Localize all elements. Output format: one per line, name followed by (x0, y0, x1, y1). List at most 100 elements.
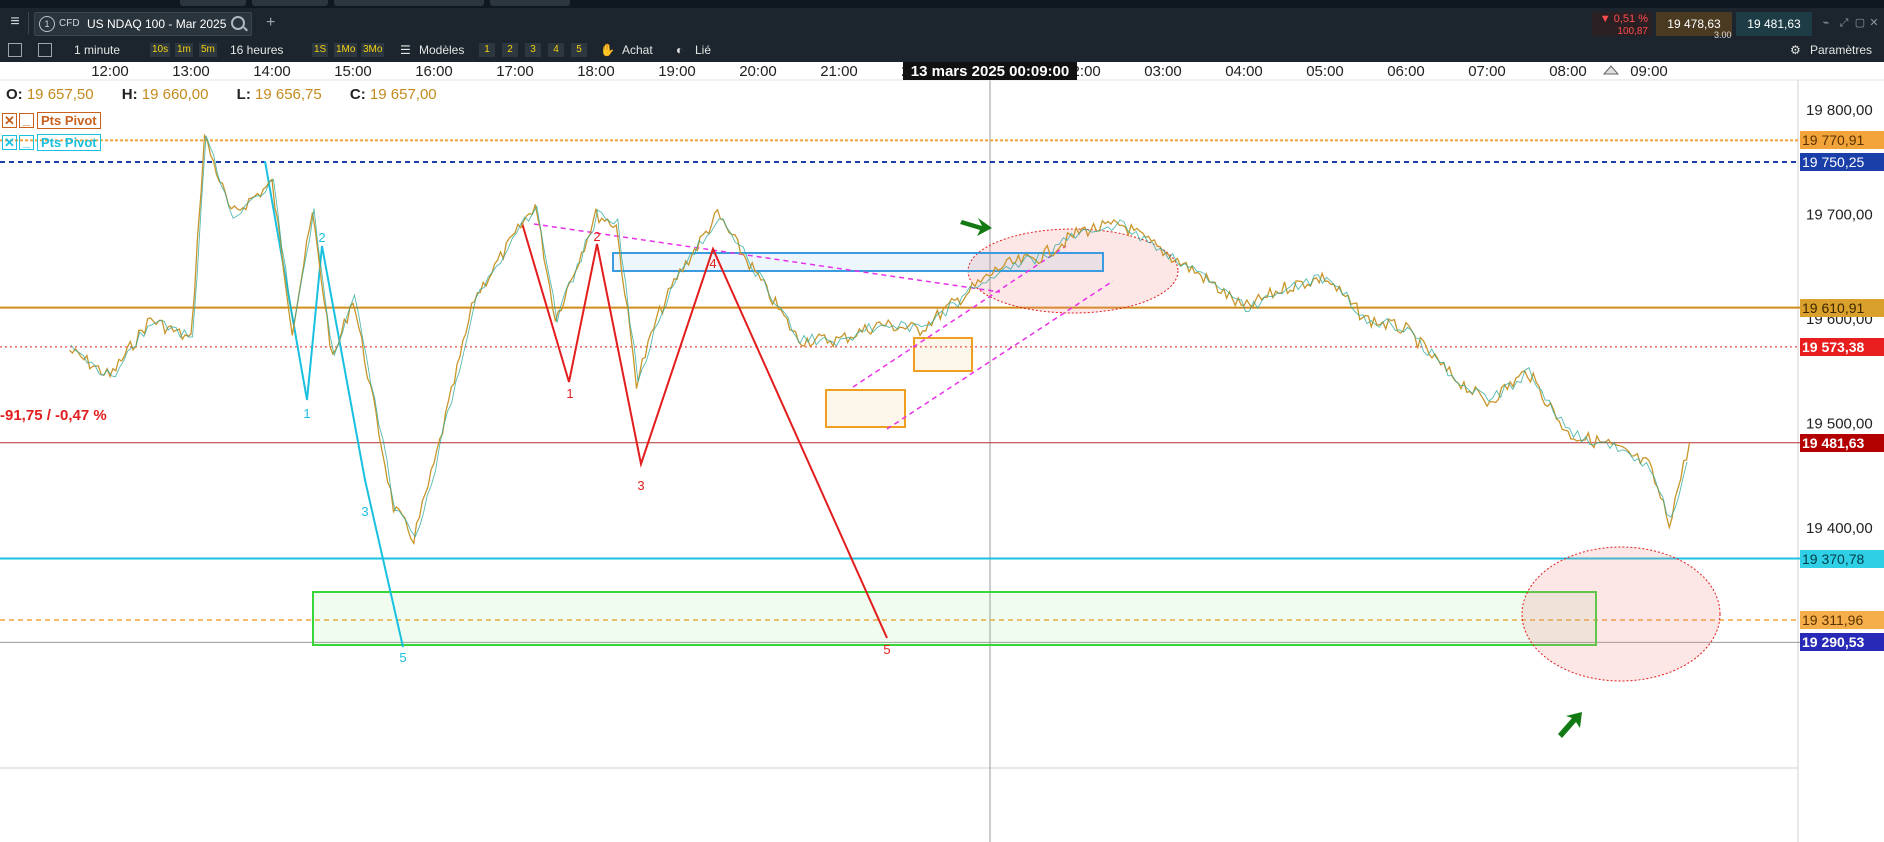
range-1s-button[interactable]: 1S (312, 43, 329, 57)
price-tag: 19 370,78 (1800, 549, 1884, 568)
instrument-bar: ≡ 1 CFD US NDAQ 100 - Mar 2025 + ▼ 0,51 … (0, 8, 1884, 40)
price-tag: 19 750,25 (1800, 152, 1884, 171)
scroll-marker-icon (1602, 65, 1620, 75)
models-button[interactable]: Modèles (419, 42, 464, 58)
low-label: L: (236, 86, 251, 103)
buy-icon[interactable]: ✋ (600, 42, 615, 58)
close-icon[interactable]: ✕ (2, 134, 17, 150)
high-label: H: (121, 86, 138, 103)
window-tab[interactable] (252, 0, 328, 6)
link-icon[interactable]: ◐ (676, 42, 690, 58)
time-tick-label: 21:00 (820, 63, 858, 80)
time-tick-label: 13:00 (172, 63, 210, 80)
price-tick-label: 19 800,00 (1806, 102, 1873, 119)
arrow-icon (1558, 712, 1582, 738)
low-value: 19 656,75 (255, 86, 322, 103)
time-tick-label: 08:00 (1549, 63, 1587, 80)
close-icon[interactable]: ✕ (2, 112, 17, 128)
layout-icon[interactable] (8, 43, 22, 57)
cyan-wave-label: 3 (361, 504, 368, 519)
price-tag: 19 311,96 (1800, 611, 1884, 629)
interval-10s-button[interactable]: 10s (150, 43, 171, 57)
time-tick-label: 06:00 (1387, 63, 1425, 80)
gear-icon[interactable]: ⚙ (1790, 42, 1804, 58)
indicator-legend-pivot-2: ✕ _ Pts Pivot (2, 133, 101, 151)
minimize-icon[interactable]: _ (19, 112, 34, 128)
crosshair-date-label: 13 mars 2025 00:09:00 (903, 62, 1077, 80)
consolidation-box (913, 337, 973, 372)
minimize-icon[interactable]: _ (19, 134, 34, 150)
price-tick-label: 19 400,00 (1806, 520, 1873, 537)
models-icon[interactable]: ☰ (400, 42, 412, 58)
instrument-name: US NDAQ 100 - Mar 2025 (87, 17, 227, 31)
instrument-selector[interactable]: 1 CFD US NDAQ 100 - Mar 2025 (34, 12, 252, 36)
interval-5m-button[interactable]: 5m (199, 43, 217, 57)
cyan-wave-line (264, 160, 404, 648)
indicator-label[interactable]: Pts Pivot (37, 133, 101, 151)
time-tick-label: 15:00 (334, 63, 372, 80)
layout-1-button[interactable]: 1 (479, 43, 495, 57)
drawn-shapes (264, 160, 1721, 682)
time-tick-label: 19:00 (658, 63, 696, 80)
time-tick-label: 20:00 (739, 63, 777, 80)
range-1mo-button[interactable]: 1Mo (334, 43, 358, 57)
price-tag: 19 573,38 (1800, 337, 1884, 356)
layout-4-button[interactable]: 4 (548, 43, 564, 57)
expand-icon[interactable]: ⤢ (1838, 17, 1850, 29)
grid-icon[interactable] (38, 43, 52, 57)
daily-change: -91,75 / -0,47 % (0, 407, 107, 424)
interval-1m-button[interactable]: 1m (175, 43, 193, 57)
layout-5-button[interactable]: 5 (571, 43, 587, 57)
buy-button[interactable]: Achat (622, 42, 653, 58)
time-tick-label: 09:00 (1630, 63, 1668, 80)
red-wave-line (521, 222, 888, 639)
window-tab[interactable] (334, 0, 484, 6)
change-box: ▼ 0,51 % 100,87 (1592, 12, 1652, 37)
range-3mo-button[interactable]: 3Mo (361, 43, 385, 57)
open-value: 19 657,50 (26, 86, 94, 103)
indicator-label[interactable]: Pts Pivot (37, 111, 101, 129)
price-tag: 19 610,91 (1800, 298, 1884, 317)
high-value: 19 660,00 (141, 86, 209, 103)
close-icon[interactable]: ✕ (1868, 17, 1880, 29)
info-icon[interactable]: 1 (39, 16, 55, 32)
indicator-legend-pivot-1: ✕ _ Pts Pivot (2, 111, 101, 129)
highlight-ellipse (1521, 546, 1721, 682)
chart-toolbar: 1 minute 10s 1m 5m 16 heures 1S 1Mo 3Mo … (0, 38, 1884, 62)
range-selector[interactable]: 16 heures (230, 42, 283, 58)
price-tag: 19 290,53 (1800, 633, 1884, 652)
price-tick-label: 19 700,00 (1806, 207, 1873, 224)
red-wave-label: 5 (883, 642, 890, 657)
price-chart[interactable]: 12:00 13:00 14:00 15:00 16:00 17:00 18:00 19:00… (0, 62, 1884, 842)
red-wave-label: 3 (637, 478, 644, 493)
red-wave-label: 2 (593, 229, 600, 244)
time-tick-label: 14:00 (253, 63, 291, 80)
arrow-icon (960, 218, 992, 236)
close-label: C: (349, 86, 366, 103)
time-tick-label: 04:00 (1225, 63, 1263, 80)
linked-button[interactable]: Lié (695, 42, 711, 58)
time-tick-label: 18:00 (577, 63, 615, 80)
change-percent: ▼ 0,51 % (1599, 13, 1648, 25)
red-wave-label: 1 (566, 386, 573, 401)
price-tag: 19 770,91 (1800, 131, 1884, 150)
ask-price[interactable]: 19 481,63 (1736, 12, 1812, 36)
time-axis: 12:00 13:00 14:00 15:00 16:00 17:00 18:00 19:00… (91, 62, 1668, 80)
window-tab-strip (0, 0, 1884, 8)
search-icon[interactable] (231, 16, 245, 30)
hamburger-icon[interactable]: ≡ (6, 13, 24, 31)
window-tab[interactable] (490, 0, 570, 6)
link-icon[interactable]: ⌁ (1820, 17, 1832, 29)
cyan-wave-label: 2 (318, 230, 325, 245)
window-tab[interactable] (180, 0, 246, 6)
instrument-type: CFD (59, 18, 80, 29)
time-tick-label: 05:00 (1306, 63, 1344, 80)
settings-button[interactable]: Paramètres (1810, 42, 1872, 58)
layout-3-button[interactable]: 3 (525, 43, 541, 57)
layout-2-button[interactable]: 2 (502, 43, 518, 57)
restore-icon[interactable]: ▢ (1854, 17, 1866, 29)
cyan-wave-label: 1 (303, 406, 310, 421)
interval-selector[interactable]: 1 minute (74, 42, 120, 58)
time-tick-label: 16:00 (415, 63, 453, 80)
add-tab-button[interactable]: + (266, 14, 275, 32)
